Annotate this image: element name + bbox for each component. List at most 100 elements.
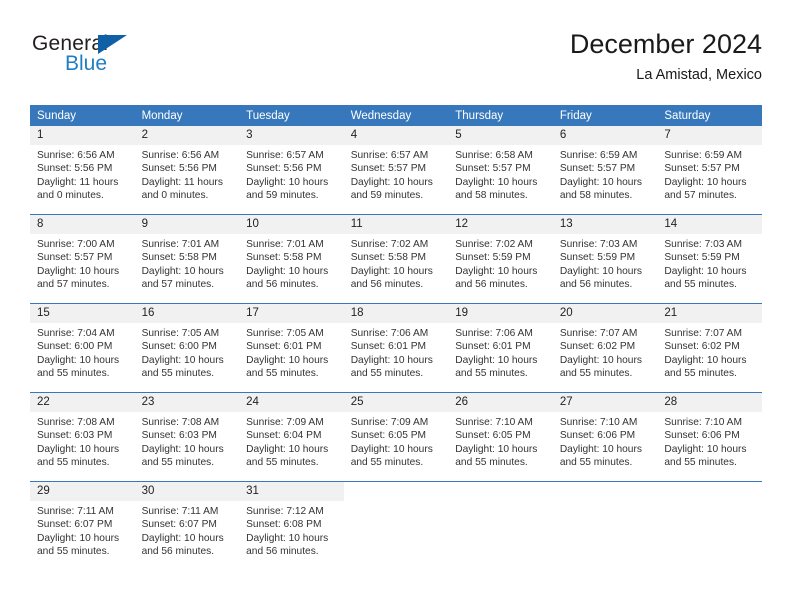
calendar-cell[interactable]: 31 Sunrise: 7:12 AM Sunset: 6:08 PM Dayligh…: [239, 481, 344, 570]
day-cell-empty: [552, 482, 658, 570]
daylight-line-1: Daylight: 10 hours: [141, 265, 224, 277]
daylight-line-2: and 55 minutes.: [455, 457, 528, 469]
daylight-line-1: Daylight: 10 hours: [664, 176, 747, 188]
calendar-cell[interactable]: 16 Sunrise: 7:05 AM Sunset: 6:00 PM Dayligh…: [134, 303, 240, 393]
calendar-cell[interactable]: 14 Sunrise: 7:03 AM Sunset: 5:59 PM Dayligh…: [657, 214, 762, 304]
daylight-line-1: Daylight: 10 hours: [455, 443, 538, 455]
daylight-line-1: Daylight: 10 hours: [455, 354, 538, 366]
calendar-cell[interactable]: 6 Sunrise: 6:59 AM Sunset: 5:57 PM Daylight…: [552, 126, 658, 215]
calendar-cell[interactable]: 5 Sunrise: 6:58 AM Sunset: 5:57 PM Daylight…: [448, 126, 553, 215]
day-cell: 7 Sunrise: 6:59 AM Sunset: 5:57 PM Daylight…: [657, 126, 762, 214]
sunrise-time: Sunrise: 6:56 AM: [37, 150, 115, 161]
calendar-cell[interactable]: 4 Sunrise: 6:57 AM Sunset: 5:57 PM Daylight…: [343, 126, 449, 215]
daylight-line-2: and 56 minutes.: [559, 279, 633, 291]
page-header: General Blue December 2024 La Amistad, M…: [30, 28, 762, 94]
calendar-cell[interactable]: 18 Sunrise: 7:06 AM Sunset: 6:01 PM Dayligh…: [343, 303, 449, 393]
daylight-line-1: Daylight: 11 hours: [141, 176, 223, 188]
day-cell-empty: [448, 482, 553, 570]
calendar-cell[interactable]: 27 Sunrise: 7:10 AM Sunset: 6:06 PM Dayligh…: [552, 392, 658, 482]
daylight-line-1: Daylight: 10 hours: [664, 354, 747, 366]
day-details: Sunrise: 7:10 AM Sunset: 6:05 PM Daylight:…: [448, 412, 553, 470]
day-cell: 18 Sunrise: 7:06 AM Sunset: 6:01 PM Dayligh…: [343, 304, 449, 392]
calendar-cell[interactable]: 22 Sunrise: 7:08 AM Sunset: 6:03 PM Dayligh…: [30, 392, 135, 482]
calendar-cell[interactable]: 28 Sunrise: 7:10 AM Sunset: 6:06 PM Dayligh…: [657, 392, 762, 482]
daylight-line-1: Daylight: 10 hours: [559, 176, 642, 188]
day-number: 19: [448, 304, 553, 323]
daylight-line-1: Daylight: 11 hours: [37, 176, 119, 188]
sunset-time: Sunset: 5:59 PM: [664, 252, 740, 264]
sunset-time: Sunset: 5:58 PM: [141, 252, 217, 264]
calendar-cell[interactable]: 29 Sunrise: 7:11 AM Sunset: 6:07 PM Dayligh…: [30, 481, 135, 570]
sunrise-time: Sunrise: 7:03 AM: [664, 239, 742, 250]
weekday-header-monday: Monday: [134, 105, 240, 126]
calendar-cell[interactable]: 1 Sunrise: 6:56 AM Sunset: 5:56 PM Daylight…: [30, 126, 135, 215]
calendar-cell[interactable]: 3 Sunrise: 6:57 AM Sunset: 5:56 PM Daylight…: [239, 126, 344, 215]
calendar-cell[interactable]: 15 Sunrise: 7:04 AM Sunset: 6:00 PM Dayligh…: [30, 303, 135, 393]
sunrise-time: Sunrise: 7:00 AM: [37, 239, 115, 250]
calendar-head: Sunday Monday Tuesday Wednesday Thursday…: [30, 105, 762, 126]
daylight-line-2: and 55 minutes.: [559, 368, 633, 380]
day-number: [343, 482, 449, 501]
sunrise-time: Sunrise: 7:11 AM: [141, 506, 219, 517]
calendar-week-row: 22 Sunrise: 7:08 AM Sunset: 6:03 PM Dayligh…: [30, 392, 762, 482]
day-number: 4: [343, 126, 449, 145]
sunset-time: Sunset: 5:57 PM: [350, 163, 427, 175]
calendar-cell[interactable]: 12 Sunrise: 7:02 AM Sunset: 5:59 PM Dayligh…: [448, 214, 553, 304]
calendar-cell[interactable]: 23 Sunrise: 7:08 AM Sunset: 6:03 PM Dayligh…: [134, 392, 240, 482]
daylight-line-2: and 55 minutes.: [37, 457, 110, 469]
calendar-cell[interactable]: 10 Sunrise: 7:01 AM Sunset: 5:58 PM Dayligh…: [239, 214, 344, 304]
sunset-time: Sunset: 5:59 PM: [455, 252, 531, 264]
calendar-cell[interactable]: 2 Sunrise: 6:56 AM Sunset: 5:56 PM Daylight…: [134, 126, 240, 215]
daylight-line-2: and 58 minutes.: [559, 190, 633, 202]
calendar-cell[interactable]: 26 Sunrise: 7:10 AM Sunset: 6:05 PM Dayligh…: [448, 392, 553, 482]
day-details: [344, 501, 449, 505]
day-number: [657, 482, 762, 501]
day-details: Sunrise: 7:04 AM Sunset: 6:00 PM Daylight:…: [30, 323, 135, 381]
weekday-header-thursday: Thursday: [448, 105, 553, 126]
day-number: 13: [552, 215, 658, 234]
calendar-cell[interactable]: 9 Sunrise: 7:01 AM Sunset: 5:58 PM Daylight…: [134, 214, 240, 304]
day-number: 8: [30, 215, 135, 234]
daylight-line-2: and 55 minutes.: [664, 368, 737, 380]
day-details: Sunrise: 6:57 AM Sunset: 5:57 PM Daylight:…: [344, 145, 449, 203]
day-cell: 28 Sunrise: 7:10 AM Sunset: 6:06 PM Dayligh…: [657, 393, 762, 481]
calendar-cell[interactable]: 19 Sunrise: 7:06 AM Sunset: 6:01 PM Dayligh…: [448, 303, 553, 393]
sunrise-time: Sunrise: 7:09 AM: [350, 417, 429, 428]
day-cell: 1 Sunrise: 6:56 AM Sunset: 5:56 PM Daylight…: [30, 126, 135, 214]
sunset-time: Sunset: 5:59 PM: [559, 252, 636, 264]
calendar-cell[interactable]: 11 Sunrise: 7:02 AM Sunset: 5:58 PM Dayligh…: [343, 214, 449, 304]
day-number: 23: [134, 393, 240, 412]
day-details: Sunrise: 7:00 AM Sunset: 5:57 PM Daylight:…: [30, 234, 135, 292]
day-cell: 31 Sunrise: 7:12 AM Sunset: 6:08 PM Dayligh…: [239, 482, 344, 570]
daylight-line-1: Daylight: 10 hours: [350, 265, 433, 277]
daylight-line-1: Daylight: 10 hours: [664, 443, 747, 455]
daylight-line-1: Daylight: 10 hours: [141, 354, 224, 366]
daylight-line-1: Daylight: 10 hours: [246, 354, 329, 366]
calendar-cell[interactable]: 21 Sunrise: 7:07 AM Sunset: 6:02 PM Dayligh…: [657, 303, 762, 393]
calendar-cell[interactable]: 17 Sunrise: 7:05 AM Sunset: 6:01 PM Dayligh…: [239, 303, 344, 393]
day-number: 16: [134, 304, 240, 323]
sunset-time: Sunset: 5:56 PM: [37, 163, 113, 175]
calendar-cell: [657, 481, 762, 570]
daylight-line-2: and 55 minutes.: [350, 368, 424, 380]
general-blue-logo[interactable]: General Blue: [32, 32, 172, 88]
sunset-time: Sunset: 6:07 PM: [37, 519, 113, 531]
daylight-line-2: and 55 minutes.: [559, 457, 633, 469]
day-details: Sunrise: 7:07 AM Sunset: 6:02 PM Daylight:…: [553, 323, 658, 381]
sunrise-time: Sunrise: 7:12 AM: [246, 506, 324, 517]
sunset-time: Sunset: 6:05 PM: [350, 430, 427, 442]
sunrise-time: Sunrise: 7:08 AM: [141, 417, 220, 428]
day-details: [657, 501, 762, 505]
daylight-line-2: and 55 minutes.: [246, 368, 319, 380]
calendar-cell[interactable]: 13 Sunrise: 7:03 AM Sunset: 5:59 PM Dayligh…: [552, 214, 658, 304]
calendar-cell[interactable]: 8 Sunrise: 7:00 AM Sunset: 5:57 PM Daylight…: [30, 214, 135, 304]
sunset-time: Sunset: 6:01 PM: [246, 341, 322, 353]
calendar-cell[interactable]: 25 Sunrise: 7:09 AM Sunset: 6:05 PM Dayligh…: [343, 392, 449, 482]
day-number: 14: [657, 215, 762, 234]
calendar-cell[interactable]: 20 Sunrise: 7:07 AM Sunset: 6:02 PM Dayligh…: [552, 303, 658, 393]
day-number: 15: [30, 304, 135, 323]
calendar-cell[interactable]: 24 Sunrise: 7:09 AM Sunset: 6:04 PM Dayligh…: [239, 392, 344, 482]
daylight-line-2: and 55 minutes.: [37, 546, 110, 558]
calendar-cell[interactable]: 30 Sunrise: 7:11 AM Sunset: 6:07 PM Dayligh…: [134, 481, 240, 570]
calendar-cell[interactable]: 7 Sunrise: 6:59 AM Sunset: 5:57 PM Daylight…: [657, 126, 762, 215]
